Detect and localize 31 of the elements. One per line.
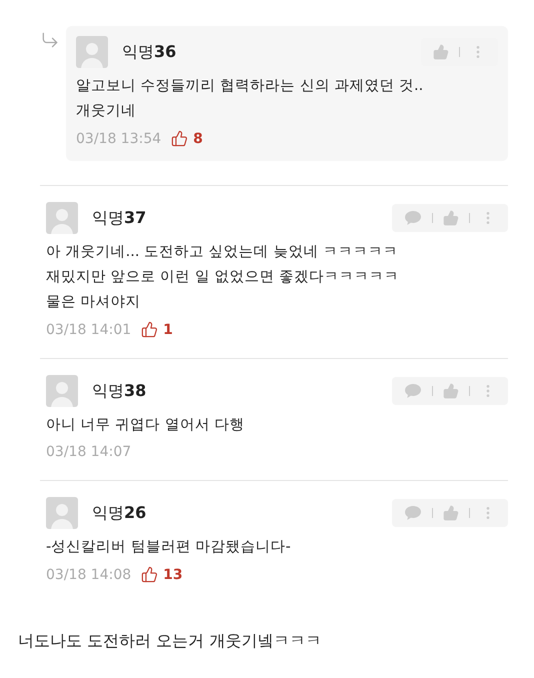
thumbs-up-icon[interactable]: [443, 505, 459, 521]
caption: 너도나도 도전하러 오는거 개웃기넼ㅋㅋㅋ: [18, 631, 322, 652]
comment-icon[interactable]: [404, 210, 422, 226]
reply-arrow-icon: [40, 30, 60, 50]
author-name: 익명36: [122, 42, 178, 62]
thumbs-up-icon: [141, 321, 158, 338]
thumbs-up-icon[interactable]: [443, 383, 459, 399]
avatar-icon: [46, 202, 78, 234]
author-name: 익명38: [92, 380, 148, 402]
comment-text: 알고보니 수정들끼리 협력하라는 신의 과제였던 것.. 개웃기네: [76, 77, 424, 121]
like-button[interactable]: 1: [141, 321, 173, 338]
thumbs-up-icon: [171, 130, 188, 147]
comment-time: 03/18 14:01: [46, 322, 132, 338]
comment-time: 03/18 14:07: [46, 444, 132, 460]
comment-text: -성신칼리버 텀블러편 마감됐습니다-: [46, 538, 292, 557]
comment-time: 03/18 14:08: [46, 566, 132, 582]
avatar-icon: [46, 497, 78, 529]
thumbs-up-icon[interactable]: [443, 210, 459, 226]
comment-time: 03/18 13:54: [76, 130, 162, 146]
thumbs-up-icon: [141, 566, 158, 583]
thumbs-up-icon[interactable]: [433, 44, 449, 60]
avatar-icon: [76, 36, 108, 68]
like-button[interactable]: 13: [141, 566, 183, 583]
comment-text: 아 개웃기네... 도전하고 싶었는데 늦었네 ㅋㅋㅋㅋㅋ 재밌지만 앞으로 이런 일 없었으면 좋겠다ㅋㅋㅋㅋㅋ 물은 마셔야지: [46, 243, 400, 312]
like-button[interactable]: 8: [171, 130, 203, 147]
comment-icon[interactable]: [404, 383, 422, 399]
avatar-icon: [46, 375, 78, 407]
author-name: 익명37: [92, 208, 148, 228]
comment-icon[interactable]: [404, 505, 422, 521]
author-name: 익명26: [92, 502, 148, 524]
comment-text: 아니 너무 귀엽다 열어서 다행: [46, 416, 246, 435]
